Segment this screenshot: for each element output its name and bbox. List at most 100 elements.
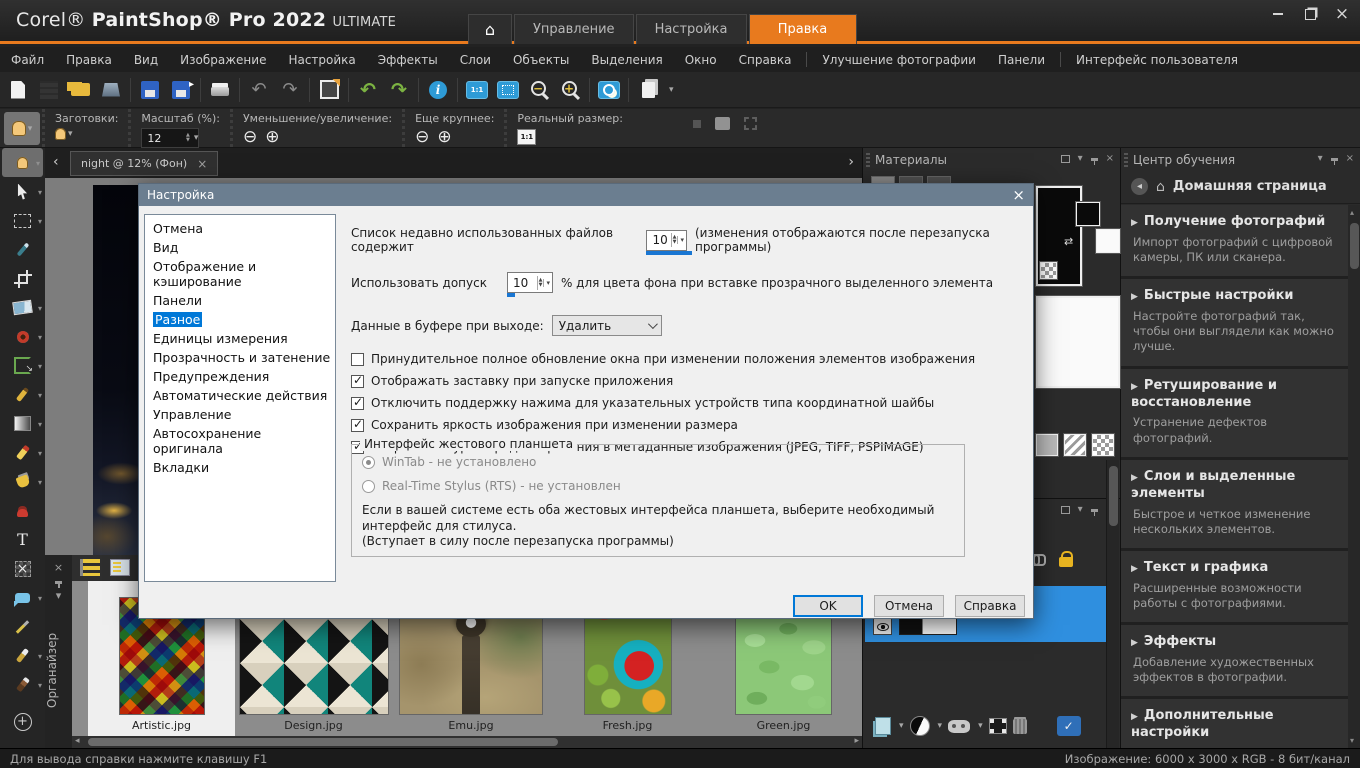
tab-adjust[interactable]: Настройка (636, 14, 747, 44)
magnifier-window-icon[interactable] (598, 81, 620, 99)
tool-picture-tube[interactable] (0, 496, 45, 525)
larger-circle-icon[interactable]: ⊕ (437, 129, 451, 146)
help-button[interactable]: Справка (955, 595, 1025, 617)
chevron-down-icon[interactable]: ▾ (68, 129, 73, 139)
foreground-transparent-icon[interactable] (1040, 262, 1057, 279)
pin-icon[interactable] (1331, 158, 1338, 161)
swap-colors-icon[interactable] (1064, 230, 1077, 243)
learning-scrollbar[interactable]: ▴ ▾ (1348, 205, 1360, 748)
tool-callout[interactable]: ▾ (0, 583, 45, 612)
chevron-down-icon[interactable]: ▾ (28, 124, 33, 134)
tab-edit[interactable]: Правка (749, 14, 857, 44)
category-item[interactable]: Отмена (145, 219, 335, 238)
tab-manage[interactable]: Управление (514, 14, 634, 44)
mask-layer-icon[interactable] (948, 720, 970, 733)
edit-selection-icon[interactable] (989, 718, 1007, 734)
recent-files-value[interactable]: 10 (647, 233, 670, 247)
pin-icon[interactable] (1091, 509, 1098, 512)
chevron-down-icon[interactable]: ▾ (543, 279, 552, 287)
maximize-panel-icon[interactable] (1061, 155, 1070, 163)
close-panel-icon[interactable]: × (45, 561, 72, 574)
learning-section[interactable]: Текст и графика Расширенные возможности … (1121, 551, 1349, 622)
learning-section-title[interactable]: Слои и выделенные элементы (1131, 469, 1337, 503)
close-panel-icon[interactable]: × (1346, 153, 1354, 164)
fit-window-icon[interactable] (497, 81, 519, 99)
checkbox-row[interactable]: Принудительное полное обновление окна пр… (351, 352, 1023, 366)
menu-item-photo-enhance[interactable]: Улучшение фотографии (811, 47, 986, 72)
tool-pen[interactable]: ▾ (0, 641, 45, 670)
home-tab[interactable]: ⌂ (468, 14, 512, 44)
spinner-arrows-icon[interactable]: ▲▼ (671, 233, 678, 247)
zoom-out-circle-icon[interactable]: ⊖ (243, 129, 257, 146)
chevron-down-icon[interactable]: ▾ (938, 721, 943, 731)
save-as-icon[interactable] (169, 78, 193, 102)
spinner-slider-bar[interactable] (646, 251, 692, 255)
redo-icon[interactable] (387, 78, 411, 102)
tool-pan[interactable]: ▾ (2, 148, 43, 177)
scroll-up-icon[interactable]: ▴ (1350, 208, 1354, 217)
category-item[interactable]: Вкладки (145, 458, 335, 477)
lock-icon[interactable] (1059, 557, 1073, 567)
grid-icon[interactable] (37, 78, 61, 102)
maximize-panel-icon[interactable] (1061, 506, 1070, 514)
menu-item[interactable]: Настройка (277, 47, 366, 72)
spinner-arrows-icon[interactable]: ▲▼ (186, 133, 192, 143)
smaller-circle-icon[interactable]: ⊖ (415, 129, 429, 146)
tool-pick[interactable]: ▾ (0, 177, 45, 206)
hand-preset-icon[interactable] (55, 128, 66, 140)
adjustment-layer-icon[interactable] (910, 716, 930, 736)
scroll-left-icon[interactable]: ◂ (75, 736, 80, 746)
redo-disabled-icon[interactable] (278, 78, 302, 102)
menu-item[interactable]: Объекты (502, 47, 580, 72)
menu-item-palettes[interactable]: Панели (987, 47, 1056, 72)
tool-red-eye[interactable]: ▾ (0, 322, 45, 351)
chevron-down-icon[interactable]: ▾ (45, 589, 72, 602)
zoom-value[interactable]: 12 (142, 132, 186, 145)
document-tab[interactable]: night @ 12% (Фон) × (70, 151, 218, 176)
close-icon[interactable] (1334, 6, 1350, 22)
learning-section[interactable]: Быстрые настройки Настройте фотографий т… (1121, 279, 1349, 365)
undo-icon[interactable] (356, 78, 380, 102)
night-image[interactable] (93, 185, 140, 558)
actual-size-icon[interactable]: 1:1 (517, 129, 536, 145)
cancel-button[interactable]: Отмена (874, 595, 944, 617)
pin-icon[interactable] (45, 580, 72, 583)
tool-lightness[interactable]: ▾ (0, 409, 45, 438)
copy-special-icon[interactable] (636, 78, 660, 102)
materials-title-bar[interactable]: Материалы ▾ × (863, 148, 1120, 172)
chevron-down-icon[interactable]: ▾ (677, 236, 686, 244)
chevron-down-icon[interactable]: ▾ (1318, 153, 1323, 164)
menu-item[interactable]: Слои (449, 47, 502, 72)
tool-dropper[interactable] (0, 235, 45, 264)
recent-files-spinner[interactable]: 10 ▲▼ ▾ (646, 230, 686, 251)
scroll-down-icon[interactable]: ▾ (1350, 736, 1354, 745)
foreground-color-chip[interactable] (1076, 202, 1100, 226)
style-transparent-swatch[interactable] (1092, 434, 1114, 456)
chevron-down-icon[interactable]: ▾ (978, 721, 983, 731)
category-item[interactable]: Вид (145, 238, 335, 257)
tab-scroll-right-icon[interactable]: › (848, 154, 854, 170)
rts-radio-row[interactable]: Real-Time Stylus (RTS) - не установлен (362, 479, 964, 493)
menu-item[interactable]: Окно (674, 47, 728, 72)
open-folder-icon[interactable] (68, 78, 92, 102)
category-item[interactable]: Единицы измерения (145, 329, 335, 348)
learning-section[interactable]: Слои и выделенные элементы Быстрое и чет… (1121, 460, 1349, 548)
learning-section-title[interactable]: Эффекты (1131, 634, 1337, 651)
restore-icon[interactable] (1302, 6, 1318, 22)
radio-icon[interactable] (362, 480, 375, 493)
chevron-down-icon[interactable]: ▾ (1078, 504, 1083, 515)
resize-canvas-icon[interactable] (317, 78, 341, 102)
thumbnail-image[interactable] (239, 618, 389, 715)
dialog-close-icon[interactable]: × (1012, 186, 1025, 204)
category-item[interactable]: Отображение и кэширование (145, 257, 335, 291)
checkbox-row[interactable]: Отключить поддержку нажима для указатель… (351, 396, 1023, 410)
learning-section-title[interactable]: Быстрые настройки (1131, 288, 1337, 305)
menu-item[interactable]: Файл (0, 47, 55, 72)
tool-perspective[interactable]: ▾ (0, 351, 45, 380)
category-item[interactable]: Автоматические действия (145, 386, 335, 405)
background-swatch[interactable] (1036, 296, 1120, 388)
close-panel-icon[interactable]: × (1106, 153, 1114, 164)
tab-scroll-left-icon[interactable]: ‹ (53, 154, 59, 170)
delete-layer-icon[interactable] (1013, 719, 1027, 734)
zoom-out-icon[interactable] (531, 81, 546, 96)
